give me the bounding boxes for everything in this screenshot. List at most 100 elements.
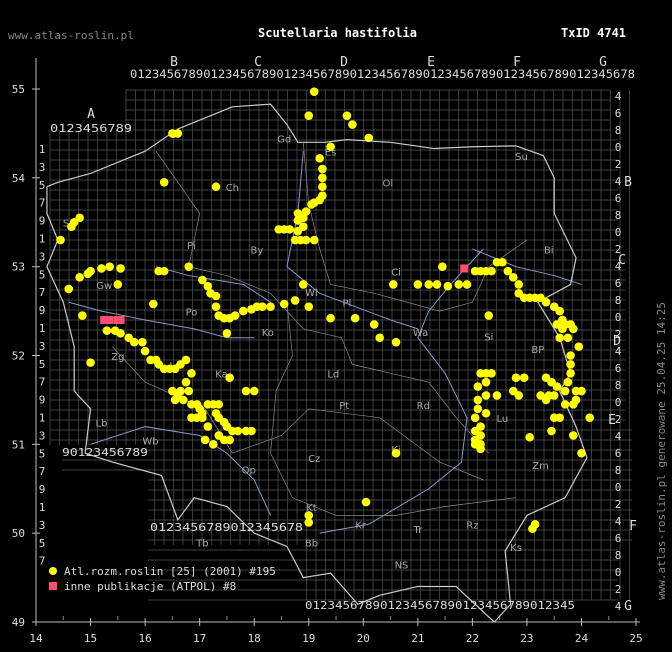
lon-tick-label: 15 — [84, 632, 97, 645]
record-atlas — [514, 280, 524, 289]
record-atlas — [290, 296, 300, 305]
record-atlas — [304, 302, 314, 311]
region-label: Pi — [187, 241, 196, 252]
atpol-top-digits: 0123456789012345678901234567890123456789… — [130, 68, 635, 81]
region-label: Bb — [305, 538, 318, 549]
atpol-west-digit: 1 — [39, 322, 46, 335]
lon-tick-label: 19 — [302, 632, 315, 645]
atpol-west-digit: 9 — [39, 304, 46, 317]
record-atlas — [309, 235, 319, 245]
atpol-row-letter: E — [608, 413, 616, 428]
atpol-west-digit: 7 — [39, 555, 46, 568]
record-atlas — [391, 448, 401, 458]
record-atlas — [102, 326, 112, 335]
region-label: Rd — [417, 401, 430, 412]
atpol-west-digit: 7 — [39, 197, 46, 210]
record-atlas — [326, 142, 335, 152]
record-atlas — [326, 313, 335, 323]
record-atlas — [569, 324, 578, 334]
record-atlas — [211, 291, 221, 301]
region-label: Lb — [95, 419, 107, 430]
record-atlas — [438, 262, 447, 271]
atpol-east-digit: 2 — [615, 158, 622, 171]
record-atlas — [301, 235, 311, 245]
record-atlas — [211, 182, 221, 192]
record-atlas — [233, 426, 243, 436]
atpol-west-digit: 7 — [39, 465, 46, 478]
atpol-row-letter: C — [618, 253, 626, 268]
record-atlas — [574, 342, 584, 351]
record-atlas — [528, 524, 537, 534]
lon-tick-label: 21 — [411, 632, 424, 645]
legend-label: inne publikacje (ATPOL) #8 — [64, 580, 236, 593]
record-atlas — [187, 413, 196, 422]
record-atlas — [211, 302, 221, 311]
region-label: Cz — [308, 454, 320, 465]
atpol-bottom-digits: 012345678901234567890123456789012345 — [305, 599, 575, 612]
record-atlas — [222, 329, 232, 338]
legend-label: Atl.rozm.roslin [25] (2001) #195 — [64, 565, 276, 578]
lon-tick-label: 20 — [357, 632, 370, 645]
record-atlas — [173, 129, 183, 138]
record-atlas — [148, 299, 158, 309]
record-atlas — [514, 391, 524, 400]
record-atlas — [547, 426, 556, 436]
region-label: Si — [484, 332, 493, 343]
lon-tick-label: 17 — [193, 632, 206, 645]
record-atlas — [200, 435, 210, 445]
region-label: Lu — [497, 414, 509, 425]
atpol-east-digit: 2 — [615, 583, 622, 596]
atpol-west-digit: 9 — [39, 483, 46, 496]
record-atlas — [481, 377, 491, 387]
record-atlas — [375, 333, 384, 343]
region-label: Ld — [327, 370, 339, 381]
region-label: Pl — [343, 299, 352, 310]
record-atlas — [484, 311, 494, 320]
atpol-east-digit: 0 — [615, 226, 622, 239]
atpol-east-digit: 4 — [615, 90, 622, 103]
site-url[interactable]: www.atlas-roslin.pl — [8, 29, 134, 42]
lat-tick-label: 55 — [12, 83, 25, 96]
record-atlas — [473, 395, 483, 405]
record-atlas — [230, 311, 240, 320]
atpol-west-digit: 9 — [39, 215, 46, 228]
atpol-west-digit: 7 — [39, 376, 46, 389]
record-atlas — [492, 391, 502, 400]
record-atlas — [170, 395, 180, 405]
record-atlas — [577, 448, 586, 458]
record-atlas — [487, 266, 496, 276]
record-atlas — [298, 280, 308, 289]
record-atlas — [86, 266, 95, 276]
record-atpol — [105, 315, 114, 324]
atpol-row-letter: B — [624, 175, 632, 190]
atpol-east-digit: 0 — [615, 566, 622, 579]
region-label: Po — [186, 308, 198, 319]
region-label: NS — [395, 561, 409, 572]
record-atlas — [318, 182, 327, 192]
record-atlas — [225, 373, 234, 383]
lon-tick-label: 25 — [629, 632, 642, 645]
region-label: Wl — [305, 288, 318, 299]
distribution-map: SlGdEsSuOlChSzPiByBiCiGwWlPlPoSiBPWaKoZg… — [12, 55, 643, 645]
atpol-west-digit: 5 — [39, 268, 46, 281]
record-atlas — [585, 413, 594, 422]
legend-marker-circle — [49, 567, 57, 575]
record-atlas — [241, 386, 251, 396]
atpol-west-digit: 3 — [39, 250, 46, 263]
atpol-east-digit: 6 — [615, 277, 622, 290]
record-atlas — [424, 280, 434, 289]
lon-tick-label: 23 — [520, 632, 533, 645]
record-atlas — [544, 391, 554, 400]
atpol-east-digit: 6 — [615, 107, 622, 120]
atpol-east-digit: 4 — [615, 175, 622, 188]
record-atlas — [105, 262, 114, 271]
atpol-east-digit: 0 — [615, 481, 622, 494]
record-atlas — [509, 273, 518, 282]
record-atlas — [342, 111, 352, 120]
record-atlas — [566, 368, 575, 378]
atpol-row-letter: F — [629, 519, 637, 534]
record-atlas — [181, 355, 191, 365]
record-atlas — [86, 358, 95, 367]
record-atlas — [476, 368, 485, 378]
atpol-east-digit: 8 — [615, 124, 622, 137]
